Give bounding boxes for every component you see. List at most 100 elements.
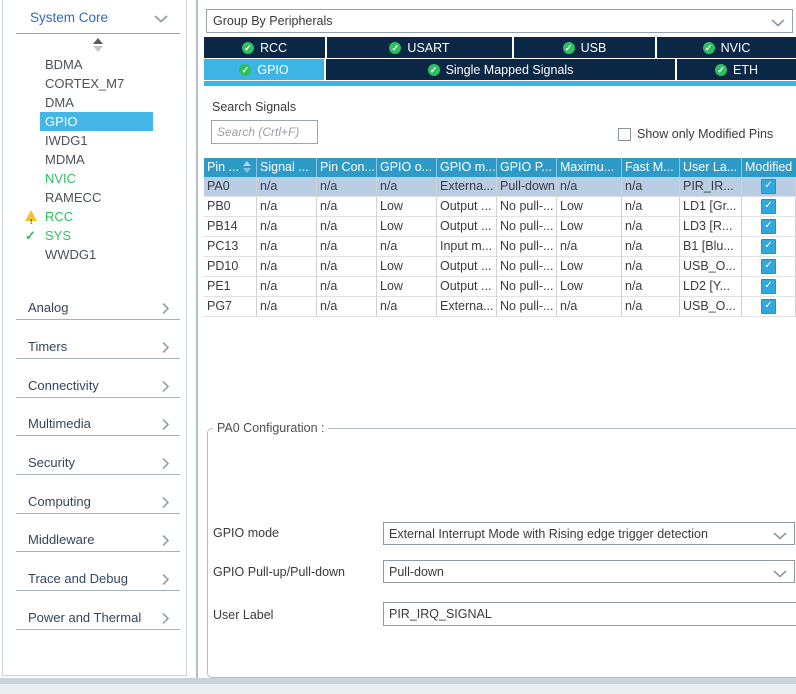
user-label-input[interactable] [383,602,796,626]
cell[interactable]: B1 [Blu... [680,237,742,257]
cell[interactable]: Low [377,197,437,217]
sidebar-item-cortex-m7[interactable]: CORTEX_M7 [3,74,188,93]
gpio-mode-select[interactable]: External Interrupt Mode with Rising edge… [383,522,795,545]
table-row-pd10[interactable]: PD10n/an/aLowOutput ...No pull-...Lown/a… [204,257,796,277]
sidebar-item-rcc[interactable]: !RCC [3,207,188,226]
sidebar-category-trace-and-debug[interactable]: Trace and Debug [16,570,180,591]
sidebar-item-mdma[interactable]: MDMA [3,150,188,169]
sidebar-category-multimedia[interactable]: Multimedia [16,415,180,436]
cell[interactable]: Externa... [437,297,497,317]
modified-checkbox[interactable]: ✓ [761,199,776,214]
cell[interactable]: Externa... [437,177,497,197]
header-cell-pin-[interactable]: Pin ... [204,158,257,177]
cell[interactable]: PE1 [204,277,257,297]
cell[interactable]: Output ... [437,257,497,277]
header-cell-pin-con-[interactable]: Pin Con... [317,158,377,177]
cell[interactable]: PG7 [204,297,257,317]
modified-checkbox[interactable]: ✓ [761,239,776,254]
cell[interactable]: No pull-... [497,237,557,257]
cell[interactable]: LD1 [Gr... [680,197,742,217]
cell[interactable]: Low [557,257,622,277]
sidebar-category-middleware[interactable]: Middleware [16,531,180,552]
header-cell-signal-[interactable]: Signal ... [257,158,317,177]
sidebar-category-analog[interactable]: Analog [16,299,180,320]
cell[interactable]: n/a [622,197,680,217]
cell[interactable]: Output ... [437,277,497,297]
cell[interactable]: Input m... [437,237,497,257]
cell[interactable]: n/a [257,277,317,297]
cell[interactable]: No pull-... [497,217,557,237]
cell[interactable]: n/a [257,297,317,317]
cell[interactable]: n/a [622,277,680,297]
cell[interactable]: Low [557,217,622,237]
show-only-modified-checkbox[interactable] [618,128,631,141]
sidebar-item-iwdg1[interactable]: IWDG1 [3,131,188,150]
header-cell-fast-m-[interactable]: Fast M... [622,158,680,177]
cell[interactable]: n/a [557,237,622,257]
cell[interactable]: n/a [622,177,680,197]
tab-single-mapped-signals[interactable]: ✓Single Mapped Signals [326,59,675,80]
group-by-select[interactable]: Group By Peripherals [206,9,793,33]
cell[interactable]: USB_O... [680,297,742,317]
cell[interactable]: Output ... [437,217,497,237]
cell[interactable]: Low [377,277,437,297]
table-row-pb14[interactable]: PB14n/an/aLowOutput ...No pull-...Lown/a… [204,217,796,237]
cell[interactable]: PIR_IR... [680,177,742,197]
cell[interactable]: n/a [622,257,680,277]
sort-spinner-icon[interactable] [91,38,105,53]
sidebar-category-timers[interactable]: Timers [16,338,180,359]
cell[interactable]: PD10 [204,257,257,277]
header-cell-gpio-m-[interactable]: GPIO m... [437,158,497,177]
sidebar-item-wwdg1[interactable]: WWDG1 [3,245,188,264]
tab-gpio[interactable]: ✓GPIO [204,59,324,80]
cell[interactable]: Low [377,257,437,277]
cell[interactable]: n/a [557,177,622,197]
sidebar-item-ramecc[interactable]: RAMECC [3,188,188,207]
sidebar-category-power-and-thermal[interactable]: Power and Thermal [16,609,180,630]
cell[interactable]: No pull-... [497,277,557,297]
cell[interactable]: LD3 [R... [680,217,742,237]
cell[interactable]: Low [557,197,622,217]
tab-usart[interactable]: ✓USART [327,37,512,58]
cell[interactable]: n/a [377,177,437,197]
cell[interactable]: PB14 [204,217,257,237]
cell[interactable]: No pull-... [497,257,557,277]
cell[interactable]: No pull-... [497,197,557,217]
sidebar-category-computing[interactable]: Computing [16,493,180,514]
cell[interactable]: n/a [317,277,377,297]
sidebar-item-dma[interactable]: DMA [3,93,188,112]
sidebar-section-system-core[interactable]: System Core [3,8,186,30]
modified-checkbox[interactable]: ✓ [761,299,776,314]
cell[interactable]: Output ... [437,197,497,217]
cell[interactable]: n/a [377,237,437,257]
table-row-pe1[interactable]: PE1n/an/aLowOutput ...No pull-...Lown/aL… [204,277,796,297]
table-row-pg7[interactable]: PG7n/an/an/aExterna...No pull-...n/an/aU… [204,297,796,317]
cell[interactable]: LD2 [Y... [680,277,742,297]
sidebar-category-connectivity[interactable]: Connectivity [16,377,180,398]
cell[interactable]: USB_O... [680,257,742,277]
sidebar-item-bdma[interactable]: BDMA [3,55,188,74]
cell[interactable]: PA0 [204,177,257,197]
cell[interactable]: n/a [317,237,377,257]
cell[interactable]: n/a [622,237,680,257]
header-cell-gpio-p-[interactable]: GPIO P... [497,158,557,177]
modified-checkbox[interactable]: ✓ [761,259,776,274]
cell[interactable]: n/a [257,217,317,237]
cell[interactable]: n/a [257,237,317,257]
sidebar-item-sys[interactable]: ✓SYS [3,226,188,245]
cell[interactable]: n/a [377,297,437,317]
sidebar-category-security[interactable]: Security [16,454,180,475]
cell[interactable]: n/a [317,177,377,197]
gpio-pull-up-pull-down-select[interactable]: Pull-down [383,560,795,583]
tab-usb[interactable]: ✓USB [514,37,655,58]
cell[interactable]: PB0 [204,197,257,217]
table-row-pb0[interactable]: PB0n/an/aLowOutput ...No pull-...Lown/aL… [204,197,796,217]
cell[interactable]: Low [377,217,437,237]
cell[interactable]: n/a [622,297,680,317]
header-cell-modified[interactable]: Modified [742,158,796,177]
table-row-pc13[interactable]: PC13n/an/an/aInput m...No pull-...n/an/a… [204,237,796,257]
cell[interactable]: n/a [317,297,377,317]
modified-checkbox[interactable]: ✓ [761,279,776,294]
header-cell-user-la-[interactable]: User La... [680,158,742,177]
sort-icon[interactable] [243,161,251,173]
